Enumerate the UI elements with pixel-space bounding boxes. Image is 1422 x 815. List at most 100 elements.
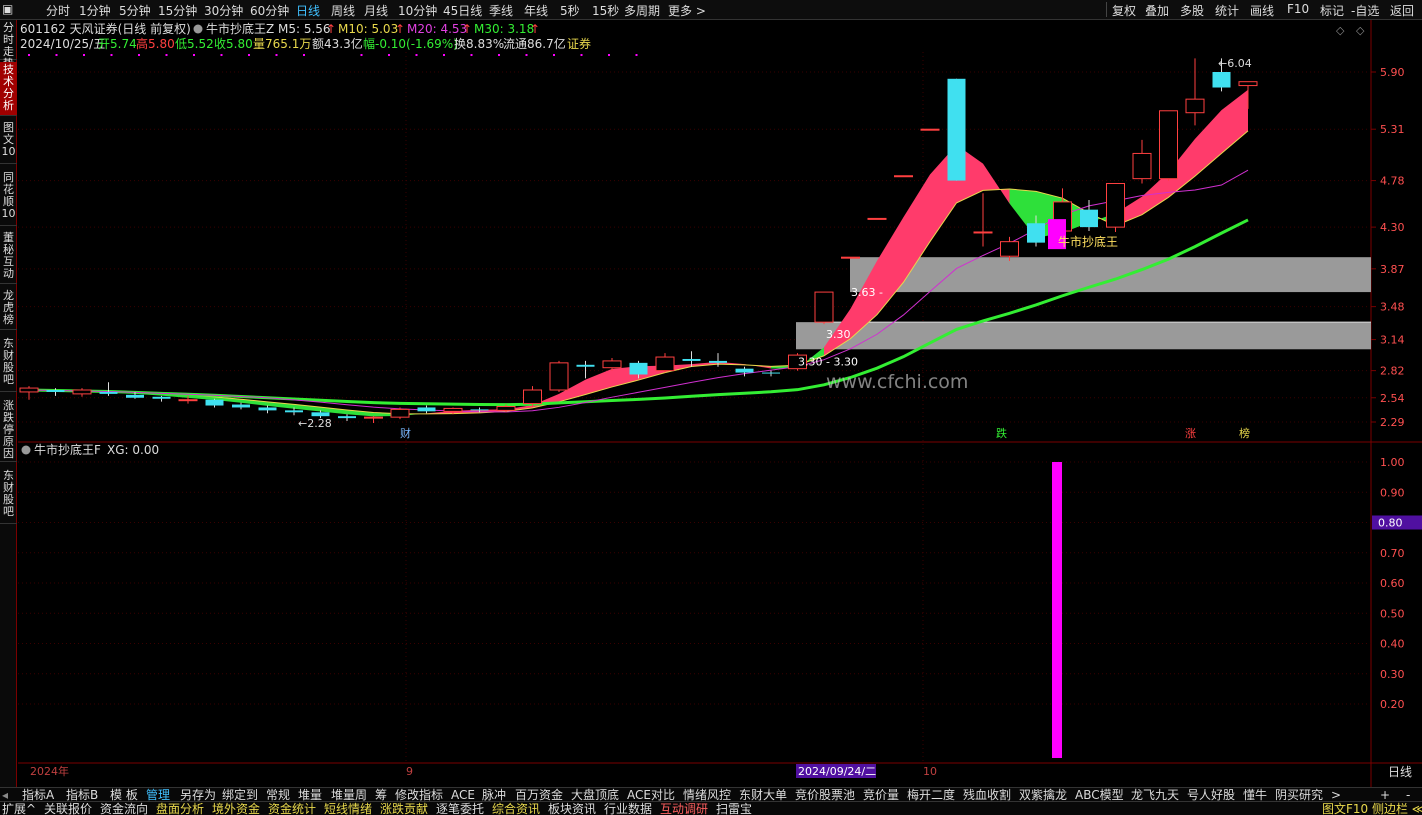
- tab-indicator-a[interactable]: 指标A: [22, 788, 54, 802]
- tab-foreign-funds[interactable]: 境外资金: [212, 802, 260, 815]
- signal-text: 牛市抄底王: [1058, 234, 1118, 249]
- tab-bind-to[interactable]: 绑定到: [222, 788, 258, 802]
- timeframe-weekly[interactable]: 周线: [331, 2, 355, 19]
- tab-related-quotes[interactable]: 关联报价: [44, 802, 92, 815]
- tab-timeshare[interactable]: 分时走势: [0, 20, 17, 70]
- tab-short-sentiment[interactable]: 短线情绪: [324, 802, 372, 815]
- tab-volume-week[interactable]: 堆量周: [331, 788, 367, 802]
- multi-stock-button[interactable]: 多股: [1180, 2, 1204, 19]
- tab-volume-stack[interactable]: 堆量: [298, 788, 322, 802]
- timeframe-quarter[interactable]: 季线: [489, 2, 513, 19]
- tab-save-as[interactable]: 另存为: [180, 788, 216, 802]
- timeframe-monthly[interactable]: 月线: [364, 2, 388, 19]
- tab-industry-data[interactable]: 行业数据: [604, 802, 652, 815]
- tab-harvest[interactable]: 残血收割: [963, 788, 1011, 802]
- tab-auction-volume[interactable]: 竞价量: [863, 788, 899, 802]
- timeframe-10min[interactable]: 10分钟: [398, 2, 437, 19]
- candle-body: [364, 416, 383, 419]
- timeframe-fenshi[interactable]: 分时: [46, 2, 70, 19]
- timeframe-30min[interactable]: 30分钟: [204, 2, 243, 19]
- lower-indicator-settings-icon[interactable]: [21, 445, 31, 455]
- timeframe-45day[interactable]: 45日线: [443, 2, 482, 19]
- tab-dragon-tiger[interactable]: 龙虎榜: [0, 288, 17, 330]
- tab-news[interactable]: 综合资讯: [492, 802, 540, 815]
- indicator-settings-icon[interactable]: [193, 24, 203, 34]
- mark-button[interactable]: 标记: [1320, 2, 1344, 19]
- tab-left-arrow[interactable]: ◂: [2, 788, 8, 802]
- tab-dragon-fly[interactable]: 龙飞九天: [1131, 788, 1179, 802]
- kline-chart[interactable]: ←2.28 ←6.04 3.63 - 3.30 3.30 - 3.30 牛市抄底王 www.…: [18, 20, 1422, 795]
- timeframe-daily[interactable]: 日线: [296, 2, 320, 19]
- multi-period-button[interactable]: 多周期: [624, 2, 660, 19]
- tab-technical-analysis[interactable]: 技术分析: [0, 62, 17, 116]
- tab-ace[interactable]: ACE: [451, 788, 475, 802]
- timeframe-15min[interactable]: 15分钟: [158, 2, 197, 19]
- draw-line-button[interactable]: 画线: [1250, 2, 1274, 19]
- zoom-in-button[interactable]: +: [1380, 788, 1390, 802]
- tab-sector-news[interactable]: 板块资讯: [548, 802, 596, 815]
- tab-secretary-interaction[interactable]: 董秘互动: [0, 230, 17, 284]
- timeframe-5min[interactable]: 5分钟: [119, 2, 151, 19]
- window-restore-icon[interactable]: ▣: [2, 2, 13, 16]
- tab-template[interactable]: 模 板: [110, 788, 138, 802]
- lower-y-tick-label: 1.00: [1380, 456, 1405, 469]
- tab-good-stocks[interactable]: 号人好股: [1187, 788, 1235, 802]
- tab-second-bloom[interactable]: 梅开二度: [907, 788, 955, 802]
- tab-eastmoney-forum[interactable]: 东财股吧: [0, 336, 17, 392]
- tab-expand[interactable]: 扩展^: [2, 802, 36, 815]
- zoom-out-button[interactable]: -: [1406, 788, 1410, 802]
- timeframe-5sec[interactable]: 5秒: [560, 2, 580, 19]
- tab-market-top-bottom[interactable]: 大盘顶底: [571, 788, 619, 802]
- tab-scroll-right[interactable]: >: [1331, 788, 1341, 802]
- f10-button[interactable]: F10: [1287, 2, 1309, 16]
- tab-ths-10[interactable]: 同花顺10: [0, 170, 17, 226]
- x-tick-label: 10: [923, 765, 937, 778]
- tab-big-orders[interactable]: 东财大单: [739, 788, 787, 802]
- tab-manage[interactable]: 管理: [146, 788, 170, 802]
- top-marker: [415, 54, 418, 56]
- sidebar-toggle[interactable]: 图文F10 侧边栏 ≪: [1322, 802, 1422, 815]
- tab-indicator-b[interactable]: 指标B: [66, 788, 98, 802]
- tab-auction-pool[interactable]: 竞价股票池: [795, 788, 855, 802]
- ma5-value: M5: 5.56: [278, 22, 331, 36]
- tab-graphic-f10[interactable]: 图文10: [0, 120, 17, 164]
- timeframe-15sec[interactable]: 15秒: [592, 2, 619, 19]
- tab-dongniu[interactable]: 懂牛: [1243, 788, 1267, 802]
- tab-edit-indicator[interactable]: 修改指标: [395, 788, 443, 802]
- top-marker: [275, 54, 278, 56]
- tab-contribution[interactable]: 涨跌贡献: [380, 802, 428, 815]
- tab-interaction-survey[interactable]: 互动调研: [660, 802, 708, 815]
- y-tick-label: 2.82: [1380, 365, 1405, 378]
- tab-ace-compare[interactable]: ACE对比: [627, 788, 675, 802]
- fuquan-button[interactable]: 复权: [1112, 2, 1136, 19]
- tab-fund-stats[interactable]: 资金统计: [268, 802, 316, 815]
- tab-chips[interactable]: 筹: [375, 788, 387, 802]
- tab-sentiment-risk[interactable]: 情绪风控: [683, 788, 731, 802]
- tab-research[interactable]: 阴买研究: [1275, 788, 1323, 802]
- tab-eastmoney-forum-2[interactable]: 东财股吧: [0, 468, 17, 524]
- tab-market-analysis[interactable]: 盘面分析: [156, 802, 204, 815]
- tab-double-purple[interactable]: 双紫擒龙: [1019, 788, 1067, 802]
- more-button[interactable]: 更多 >: [668, 2, 706, 19]
- tab-tick-orders[interactable]: 逐笔委托: [436, 802, 484, 815]
- tab-minesweeper[interactable]: 扫雷宝: [716, 802, 752, 815]
- period-label: 日线: [1388, 765, 1412, 779]
- overlay-button[interactable]: 叠加: [1145, 2, 1169, 19]
- tab-abc-model[interactable]: ABC模型: [1075, 788, 1124, 802]
- statistics-button[interactable]: 统计: [1215, 2, 1239, 19]
- sector-link[interactable]: 证券: [567, 36, 591, 51]
- stock-title: 601162 天风证券(日线 前复权): [20, 21, 191, 36]
- tab-pulse[interactable]: 脉冲: [482, 788, 506, 802]
- tab-fund-flow[interactable]: 资金流向: [100, 802, 148, 815]
- watchlist-button[interactable]: -自选: [1351, 2, 1379, 19]
- timeframe-1min[interactable]: 1分钟: [79, 2, 111, 19]
- tab-limit-reason[interactable]: 涨跌停原因: [0, 398, 17, 462]
- timeframe-year[interactable]: 年线: [524, 2, 548, 19]
- back-button[interactable]: 返回: [1390, 2, 1414, 19]
- settings-diamond-icon[interactable]: ◇: [1356, 24, 1365, 37]
- ma30-arrow: ↑: [530, 22, 540, 36]
- timeframe-60min[interactable]: 60分钟: [250, 2, 289, 19]
- collapse-icon[interactable]: ◇: [1336, 24, 1345, 37]
- tab-normal[interactable]: 常规: [266, 788, 290, 802]
- tab-million-funds[interactable]: 百万资金: [515, 788, 563, 802]
